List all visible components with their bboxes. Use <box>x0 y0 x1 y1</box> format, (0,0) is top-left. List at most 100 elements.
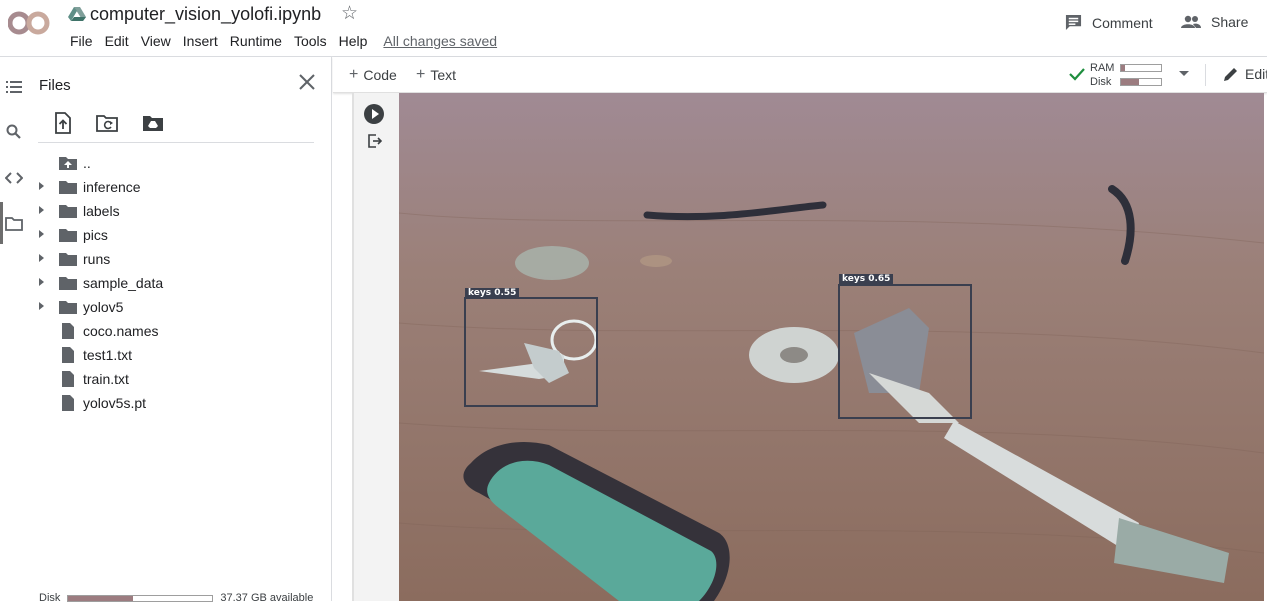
ram-usage-bar <box>1120 64 1162 72</box>
add-code-label: Code <box>363 67 397 83</box>
menu-tools[interactable]: Tools <box>288 31 333 49</box>
tree-item-train-txt[interactable]: train.txt <box>28 367 328 391</box>
ram-label: RAM <box>1090 62 1115 74</box>
file-icon <box>62 371 74 387</box>
tree-item-label: yolov5 <box>83 299 124 315</box>
disk-usage-fill <box>1121 79 1139 85</box>
toc-icon[interactable] <box>5 78 23 96</box>
expand-arrow-icon[interactable] <box>39 182 44 190</box>
disk-usage-fill <box>68 595 134 601</box>
files-panel: Files .. inference labels pics runs samp… <box>28 57 332 604</box>
plus-icon: + <box>416 66 426 83</box>
comment-label: Comment <box>1092 14 1153 31</box>
expand-arrow-icon[interactable] <box>39 206 44 214</box>
toolbar-divider <box>1205 64 1206 86</box>
share-button[interactable]: Share <box>1181 14 1248 30</box>
add-text-label: Text <box>430 67 457 83</box>
toolbar-divider <box>38 142 314 143</box>
cell-gutter <box>352 93 399 601</box>
tree-item-label: coco.names <box>83 323 159 339</box>
save-status-link[interactable]: All changes saved <box>377 31 503 49</box>
disk-label: Disk <box>1090 76 1112 88</box>
tree-item-inference[interactable]: inference <box>28 175 328 199</box>
share-label: Share <box>1211 14 1249 30</box>
menu-insert[interactable]: Insert <box>177 31 224 49</box>
people-icon <box>1181 15 1201 28</box>
folder-icon[interactable] <box>5 215 23 233</box>
file-icon <box>62 395 74 411</box>
chevron-down-icon[interactable] <box>1179 71 1189 76</box>
add-text-button[interactable]: + Text <box>416 66 456 84</box>
side-rail <box>0 57 28 601</box>
tree-item-label: yolov5s.pt <box>83 395 147 411</box>
tree-item-pics[interactable]: pics <box>28 223 328 247</box>
tree-item-label: .. <box>83 155 91 171</box>
active-rail-indicator <box>0 202 3 244</box>
disk-usage-bar <box>1120 78 1162 86</box>
tree-item-label: test1.txt <box>83 347 133 363</box>
menu-help[interactable]: Help <box>333 31 374 49</box>
folder-icon <box>59 277 77 290</box>
file-tree: .. inference labels pics runs sample_dat… <box>28 151 328 415</box>
disk-label: Disk <box>39 592 61 604</box>
refresh-folder-icon[interactable] <box>96 112 118 134</box>
tree-item-yolov5s-pt[interactable]: yolov5s.pt <box>28 391 328 415</box>
ram-usage-fill <box>1121 65 1125 71</box>
tree-item-label: train.txt <box>83 371 129 387</box>
tree-item-test1-txt[interactable]: test1.txt <box>28 343 328 367</box>
tree-item-coco-names[interactable]: coco.names <box>28 319 328 343</box>
tree-item-yolov5[interactable]: yolov5 <box>28 295 328 319</box>
plus-icon: + <box>349 66 359 83</box>
tree-item-label: labels <box>83 203 120 219</box>
tree-item-label: runs <box>83 251 111 267</box>
disk-available: 37.37 GB available <box>220 592 314 604</box>
folder-icon <box>59 205 77 218</box>
check-icon <box>1069 68 1085 81</box>
edit-label: Edit <box>1245 66 1267 82</box>
tree-item-sample-data[interactable]: sample_data <box>28 271 328 295</box>
menu-runtime[interactable]: Runtime <box>224 31 288 49</box>
detection-label: keys 0.55 <box>465 288 520 299</box>
menu-bar: File Edit View Insert Runtime Tools Help… <box>64 31 503 49</box>
pencil-icon <box>1224 68 1237 81</box>
tree-item-label: pics <box>83 227 108 243</box>
close-icon[interactable] <box>298 73 316 91</box>
upload-file-icon[interactable] <box>52 112 74 134</box>
expand-arrow-icon[interactable] <box>39 230 44 238</box>
tree-item-label: sample_data <box>83 275 164 291</box>
expand-arrow-icon[interactable] <box>39 302 44 310</box>
tree-item-parent[interactable]: .. <box>28 151 328 175</box>
comment-icon <box>1065 14 1082 31</box>
detection-photo <box>399 93 1264 601</box>
menu-view[interactable]: View <box>135 31 177 49</box>
notebook-toolbar: + Code + Text RAM Disk Edit <box>333 57 1267 93</box>
edit-button[interactable]: Edit <box>1223 66 1267 82</box>
tree-item-label: inference <box>83 179 141 195</box>
colab-logo[interactable] <box>8 8 52 38</box>
tree-item-labels[interactable]: labels <box>28 199 328 223</box>
output-actions-icon[interactable] <box>367 133 383 149</box>
resource-monitor[interactable]: RAM Disk <box>1090 61 1162 89</box>
mount-drive-icon[interactable] <box>142 112 164 134</box>
folder-icon <box>59 181 77 194</box>
folder-icon <box>59 229 77 242</box>
notebook-title[interactable]: computer_vision_yolofi.ipynb <box>90 4 321 25</box>
code-snippets-icon[interactable] <box>5 169 23 187</box>
comment-button[interactable]: Comment <box>1065 14 1153 31</box>
star-icon[interactable]: ☆ <box>341 2 358 25</box>
menu-file[interactable]: File <box>64 31 99 49</box>
detection-label: keys 0.65 <box>839 274 894 285</box>
menu-edit[interactable]: Edit <box>99 31 135 49</box>
tree-item-runs[interactable]: runs <box>28 247 328 271</box>
detection-output-image: keys 0.55 keys 0.65 <box>399 93 1264 601</box>
add-code-button[interactable]: + Code <box>349 66 397 84</box>
expand-arrow-icon[interactable] <box>39 278 44 286</box>
app-header: computer_vision_yolofi.ipynb ☆ File Edit… <box>0 0 1267 57</box>
folder-icon <box>59 301 77 314</box>
disk-usage: Disk 37.37 GB available <box>39 592 313 604</box>
drive-icon[interactable] <box>68 6 86 22</box>
folder-up-icon <box>59 157 77 170</box>
search-icon[interactable] <box>5 123 23 141</box>
expand-arrow-icon[interactable] <box>39 254 44 262</box>
run-cell-button[interactable] <box>364 104 384 124</box>
